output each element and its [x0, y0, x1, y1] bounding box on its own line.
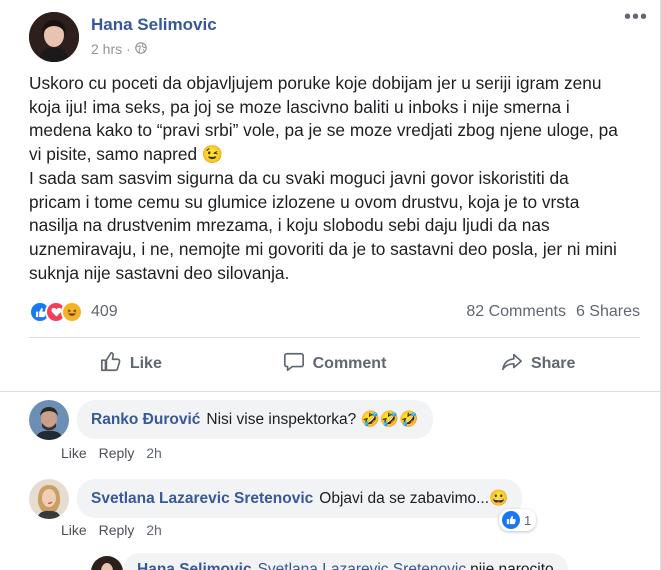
commenter-avatar[interactable] — [29, 400, 69, 440]
mention-link[interactable]: Svetlana Lazarevic Sretenovic — [258, 561, 467, 570]
comment-bubble: Ranko Đurović Nisi vise inspektorka? 🤣🤣🤣 — [77, 400, 433, 439]
commenter-name[interactable]: Hana Selimovic — [137, 561, 252, 570]
commenter-name[interactable]: Ranko Đurović — [91, 411, 200, 428]
commenter-name[interactable]: Svetlana Lazarevic Sretenovic — [91, 490, 313, 507]
comment-bubble-icon — [283, 351, 305, 378]
comment-bubble: Svetlana Lazarevic Sretenovic Objavi da s… — [77, 479, 523, 518]
divider — [0, 391, 660, 392]
like-reaction-icon — [502, 511, 520, 529]
comment-like-count: 1 — [524, 512, 532, 528]
author-name[interactable]: Hana Selimovic — [91, 15, 217, 35]
shares-count[interactable]: 6 Shares — [576, 303, 640, 321]
comment-label: Comment — [312, 355, 387, 372]
comment-reply-link[interactable]: Reply — [99, 445, 135, 461]
commenter-avatar[interactable] — [91, 556, 123, 570]
post-text: Uskoro cu poceti da objavljujem poruke k… — [29, 72, 619, 285]
post-paragraph: Uskoro cu poceti da objavljujem poruke k… — [29, 73, 618, 165]
comment-text: Nisi vise inspektorka? 🤣🤣🤣 — [206, 411, 419, 428]
commenter-avatar[interactable] — [29, 479, 69, 519]
comment-actions: Like Reply 2h — [61, 445, 170, 461]
author-avatar[interactable] — [29, 12, 79, 62]
meta-separator: · — [126, 41, 131, 57]
comment-like-link[interactable]: Like — [61, 522, 87, 538]
thumbs-up-icon — [100, 351, 122, 378]
comment-text: Objavi da se zabavimo...😀 — [319, 490, 509, 507]
share-arrow-icon — [501, 351, 523, 378]
comments-count[interactable]: 82 Comments — [466, 303, 566, 321]
share-label: Share — [530, 355, 576, 372]
post-paragraph: I sada sam sasvim sigurna da cu svaki mo… — [29, 167, 617, 283]
post-time[interactable]: 2 hrs — [91, 41, 122, 57]
haha-reaction-icon — [61, 301, 83, 323]
post-meta: 2 hrs · — [91, 41, 147, 57]
comment-like-link[interactable]: Like — [61, 445, 87, 461]
comment-button[interactable]: Comment — [233, 343, 437, 385]
divider — [29, 337, 640, 338]
engagement-counts: 82 Comments 6 Shares — [466, 303, 640, 321]
like-button[interactable]: Like — [29, 343, 233, 385]
more-options-icon[interactable]: ••• — [624, 6, 648, 29]
reaction-count: 409 — [91, 303, 118, 320]
globe-icon[interactable] — [134, 41, 147, 57]
comment-reply-link[interactable]: Reply — [99, 522, 135, 538]
comment-time[interactable]: 2h — [146, 445, 162, 461]
comment-time[interactable]: 2h — [146, 522, 162, 538]
comment-like-badge[interactable]: 1 — [499, 509, 537, 531]
like-label: Like — [129, 355, 162, 372]
post-card: Hana Selimovic 2 hrs · ••• Uskoro cu poc… — [0, 0, 661, 570]
post-stats: 409 82 Comments 6 Shares — [29, 300, 640, 324]
post-actions: Like Comment Share — [29, 343, 640, 385]
comment-bubble: Hana Selimovic Svetlana Lazarevic Sreteno… — [123, 553, 568, 570]
share-button[interactable]: Share — [436, 343, 640, 385]
comment-text: nije narocito — [470, 561, 554, 570]
comment-actions: Like Reply 2h — [61, 522, 170, 538]
reactions-summary[interactable]: 409 — [29, 301, 118, 323]
